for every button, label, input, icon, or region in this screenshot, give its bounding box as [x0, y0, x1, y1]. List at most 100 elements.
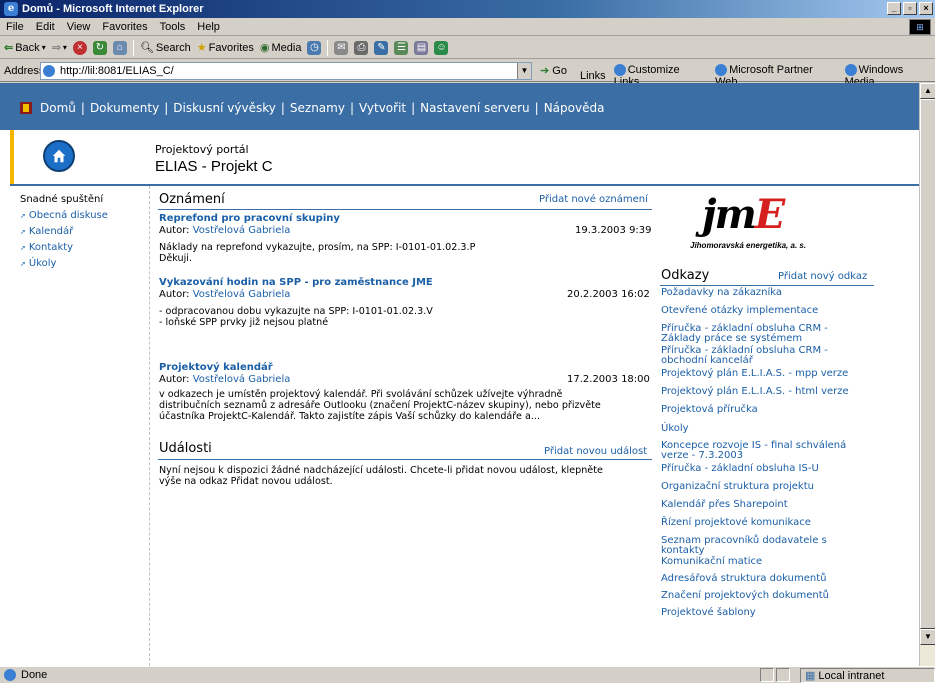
page-icon — [43, 65, 55, 77]
messenger-icon[interactable]: ☺ — [434, 40, 449, 55]
announcement-date: 20.2.2003 16:02 — [567, 289, 650, 300]
top-navigation: Domů | Dokumenty | Diskusní vývěsky | Sezna… — [0, 83, 919, 130]
link-item[interactable]: Požadavky na zákazníka — [661, 288, 782, 298]
announcements-divider — [158, 209, 652, 210]
add-event-link[interactable]: Přidat novou událost — [544, 446, 647, 457]
scroll-up-icon[interactable]: ▲ — [920, 83, 935, 99]
menu-tools[interactable]: Tools — [160, 21, 186, 33]
address-input[interactable]: http://lil:8081/ELIAS_C/ ▼ — [40, 62, 532, 80]
link-item[interactable]: Projektové šablony — [661, 608, 756, 618]
status-panels — [760, 668, 790, 682]
history-icon[interactable]: ◷ — [307, 40, 322, 55]
link-icon — [613, 64, 626, 77]
nav-documents[interactable]: Dokumenty — [90, 101, 159, 115]
toolbar: ⇐ Back ▾ ⇒ ▾ × ↻ ⌂ 🔍︎ Search ★ Favorites… — [0, 37, 935, 59]
menu-view[interactable]: View — [67, 21, 91, 33]
maximize-button[interactable]: ▫ — [903, 2, 917, 15]
link-item[interactable]: Příručka - základní obsluha IS-U — [661, 464, 819, 474]
quick-launch-item-calendar[interactable]: ➚ Kalendář — [20, 226, 149, 237]
chevron-down-icon[interactable]: ▼ — [517, 63, 531, 79]
links-title: Odkazy — [661, 268, 710, 283]
menu-favorites[interactable]: Favorites — [102, 21, 147, 33]
nav-lists[interactable]: Seznamy — [290, 101, 345, 115]
media-button[interactable]: ◉ Media — [259, 41, 302, 55]
announcement-title[interactable]: Reprefond pro pracovní skupiny — [159, 213, 340, 224]
link-item[interactable]: Seznam pracovníků dodavatele s kontakty — [661, 536, 827, 556]
scroll-down-icon[interactable]: ▼ — [920, 629, 935, 645]
link-item[interactable]: Projektový plán E.L.I.A.S. - html verze — [661, 387, 849, 397]
discuss-icon[interactable]: ☰ — [394, 40, 409, 55]
back-button[interactable]: ⇐ Back ▾ — [4, 41, 46, 55]
link-item[interactable]: Komunikační matice — [661, 557, 762, 567]
chevron-down-icon: ▾ — [62, 43, 67, 52]
media-icon: ◉ — [259, 42, 270, 54]
link-item[interactable]: Příručka - základní obsluha CRM - obchodn… — [661, 346, 828, 366]
print-icon[interactable]: ⎙ — [354, 40, 369, 55]
refresh-icon[interactable]: ↻ — [92, 40, 107, 55]
company-logo: jmE Jihomoravská energetika, a. s. — [690, 191, 807, 250]
home-icon[interactable]: ⌂ — [112, 40, 127, 55]
edit-icon[interactable]: ✎ — [374, 40, 389, 55]
quick-launch-item-discussion[interactable]: ➚ Obecná diskuse — [20, 210, 149, 221]
quick-launch-item-contacts[interactable]: ➚ Kontakty — [20, 242, 149, 253]
link-item[interactable]: Značení projektových dokumentů — [661, 591, 829, 601]
research-icon[interactable]: ▤ — [414, 40, 429, 55]
announcement-author: Autor: Vostřelová Gabriela — [159, 225, 291, 236]
favorites-button[interactable]: ★ Favorites — [197, 41, 254, 55]
announcement-date: 17.2.2003 18:00 — [567, 374, 650, 385]
stop-icon[interactable]: × — [72, 40, 87, 55]
site-home-icon[interactable] — [43, 140, 75, 172]
add-announcement-link[interactable]: Přidat nové oznámení — [539, 194, 648, 205]
search-button[interactable]: 🔍︎ Search — [139, 41, 191, 55]
vertical-scrollbar[interactable]: ▲ ▼ — [919, 83, 935, 666]
link-item[interactable]: Organizační struktura projektu — [661, 482, 814, 492]
events-title: Události — [159, 441, 212, 456]
menu-file[interactable]: File — [6, 21, 24, 33]
arrow-icon: ➚ — [20, 259, 26, 268]
nav-help[interactable]: Nápověda — [544, 101, 605, 115]
add-link-link[interactable]: Přidat nový odkaz — [778, 271, 867, 282]
link-item[interactable]: Úkoly — [661, 424, 689, 434]
announcement-title[interactable]: Vykazování hodin na SPP - pro zaměstnanc… — [159, 277, 433, 288]
mail-icon[interactable]: ✉ — [334, 40, 349, 55]
link-item[interactable]: Adresářová struktura dokumentů — [661, 574, 826, 584]
announcement-title[interactable]: Projektový kalendář — [159, 362, 273, 373]
arrow-icon: ➚ — [20, 227, 26, 236]
announcement-author: Autor: Vostřelová Gabriela — [159, 289, 291, 300]
author-link[interactable]: Vostřelová Gabriela — [193, 225, 291, 236]
chevron-down-icon: ▾ — [41, 43, 46, 52]
go-button[interactable]: ➔ Go — [540, 64, 567, 77]
author-link[interactable]: Vostřelová Gabriela — [193, 374, 291, 385]
minimize-button[interactable]: _ — [887, 2, 901, 15]
nav-discussions[interactable]: Diskusní vývěsky — [173, 101, 276, 115]
author-link[interactable]: Vostřelová Gabriela — [193, 289, 291, 300]
arrow-icon: ➚ — [20, 211, 26, 220]
nav-create[interactable]: Vytvořit — [359, 101, 406, 115]
quick-launch-item-tasks[interactable]: ➚ Úkoly — [20, 258, 149, 269]
link-item[interactable]: Kalendář přes Sharepoint — [661, 500, 788, 510]
link-item[interactable]: Řízení projektové komunikace — [661, 518, 811, 528]
address-url: http://lil:8081/ELIAS_C/ — [60, 65, 174, 77]
link-item[interactable]: Projektová příručka — [661, 405, 758, 415]
status-text: Done — [0, 669, 47, 681]
toolbar-separator — [132, 39, 134, 56]
link-item[interactable]: Příručka - základní obsluha CRM - Základy… — [661, 324, 828, 344]
nav-home[interactable]: Domů — [40, 101, 76, 115]
portal-subtitle: Projektový portál — [155, 143, 249, 156]
announcement-author: Autor: Vostřelová Gabriela — [159, 374, 291, 385]
link-item[interactable]: Projektový plán E.L.I.A.S. - mpp verze — [661, 369, 848, 379]
links-label: Links — [580, 70, 606, 83]
go-arrow-icon: ➔ — [540, 65, 550, 77]
menu-help[interactable]: Help — [197, 21, 220, 33]
menu-edit[interactable]: Edit — [36, 21, 55, 33]
nav-site-settings[interactable]: Nastavení serveru — [420, 101, 529, 115]
link-item[interactable]: Koncepce rozvoje IS - final schválená ver… — [661, 441, 846, 461]
search-icon: 🔍︎ — [139, 42, 154, 54]
announcement-body: Náklady na reprefond vykazujte, prosím, … — [159, 242, 476, 264]
scroll-thumb[interactable] — [920, 99, 935, 629]
window-titlebar: e Domů - Microsoft Internet Explorer _ ▫… — [0, 0, 935, 18]
address-bar: Address http://lil:8081/ELIAS_C/ ▼ ➔ Go … — [0, 60, 935, 88]
close-button[interactable]: × — [919, 2, 933, 15]
forward-button[interactable]: ⇒ ▾ — [52, 41, 67, 54]
link-item[interactable]: Otevřené otázky implementace — [661, 306, 818, 316]
